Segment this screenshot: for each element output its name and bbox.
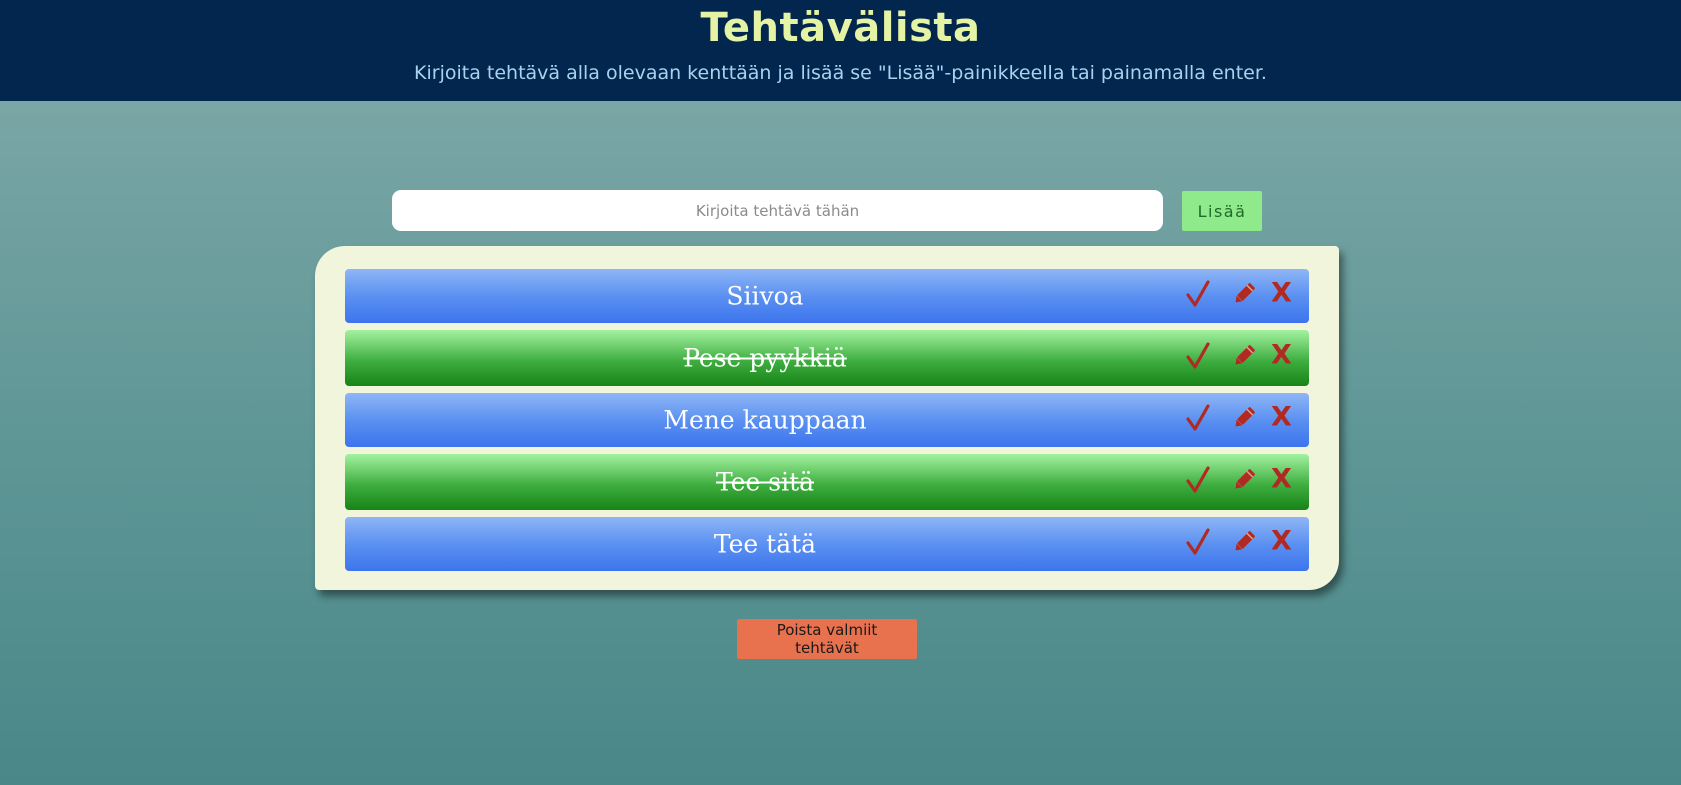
task-panel: Siivoa X Pese pyykkiä X Mene kauppaan X … [315, 246, 1339, 590]
task-input[interactable] [392, 190, 1163, 231]
task-actions: X [1179, 393, 1309, 447]
check-icon[interactable] [1185, 404, 1211, 436]
task-text[interactable]: Tee sitä [345, 468, 1185, 497]
task-actions: X [1179, 330, 1309, 386]
pencil-icon[interactable] [1231, 343, 1257, 373]
task-actions: X [1179, 454, 1309, 510]
close-icon[interactable]: X [1271, 466, 1292, 493]
task-text[interactable]: Mene kauppaan [345, 406, 1185, 435]
task-actions: X [1179, 517, 1309, 571]
task-text[interactable]: Tee tätä [345, 530, 1185, 559]
check-icon[interactable] [1185, 528, 1211, 560]
pencil-icon[interactable] [1231, 467, 1257, 497]
task-text[interactable]: Siivoa [345, 282, 1185, 311]
task-item: Mene kauppaan X [345, 393, 1309, 447]
check-icon[interactable] [1185, 466, 1211, 498]
pencil-icon[interactable] [1231, 405, 1257, 435]
add-button[interactable]: Lisää [1182, 191, 1262, 231]
clear-completed-button[interactable]: Poista valmiit tehtävät [737, 619, 917, 659]
task-item: Siivoa X [345, 269, 1309, 323]
page-title: Tehtävälista [700, 5, 981, 51]
task-text[interactable]: Pese pyykkiä [345, 344, 1185, 373]
pencil-icon[interactable] [1231, 281, 1257, 311]
close-icon[interactable]: X [1271, 280, 1292, 307]
close-icon[interactable]: X [1271, 404, 1292, 431]
check-icon[interactable] [1185, 280, 1211, 312]
page-header: Tehtävälista Kirjoita tehtävä alla oleva… [0, 0, 1681, 101]
task-item: Tee sitä X [345, 454, 1309, 510]
check-icon[interactable] [1185, 342, 1211, 374]
pencil-icon[interactable] [1231, 529, 1257, 559]
task-list: Siivoa X Pese pyykkiä X Mene kauppaan X … [345, 269, 1309, 578]
task-item: Tee tätä X [345, 517, 1309, 571]
close-icon[interactable]: X [1271, 528, 1292, 555]
page-subtitle: Kirjoita tehtävä alla olevaan kenttään j… [414, 62, 1267, 84]
task-item: Pese pyykkiä X [345, 330, 1309, 386]
close-icon[interactable]: X [1271, 342, 1292, 369]
task-actions: X [1179, 269, 1309, 323]
